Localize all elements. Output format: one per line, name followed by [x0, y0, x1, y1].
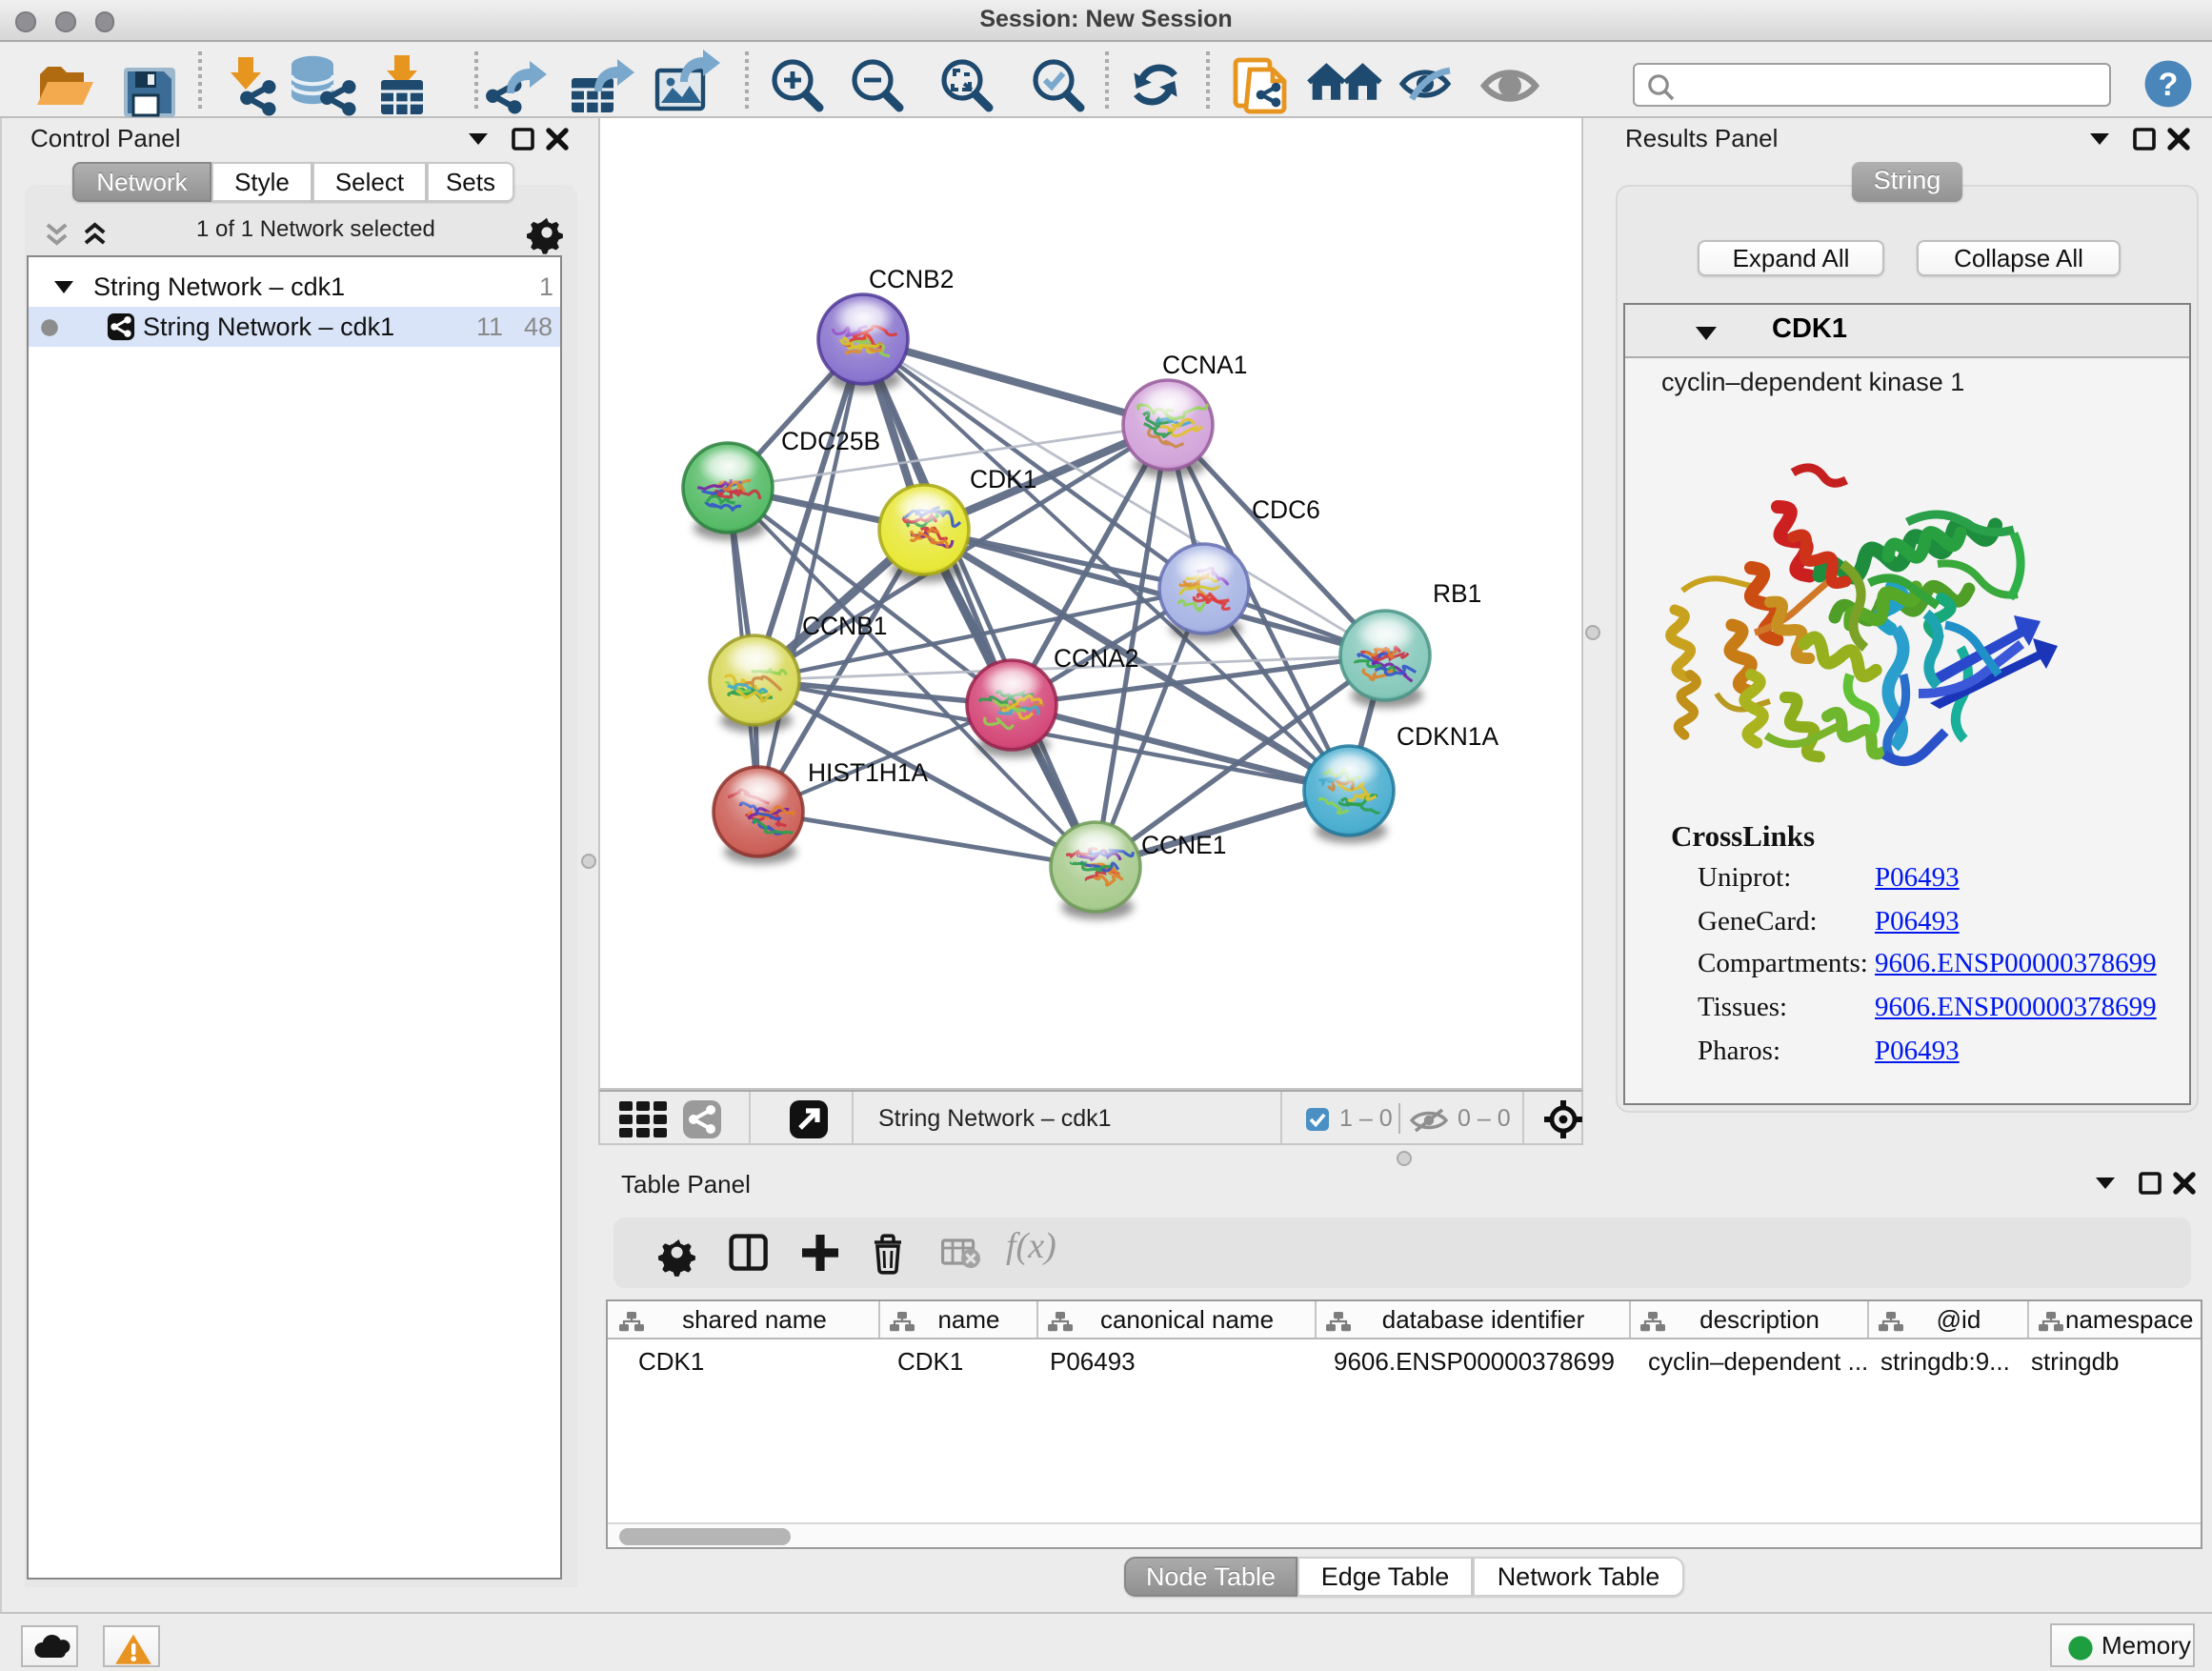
svg-text:RB1: RB1: [1433, 579, 1481, 608]
svg-text:CCNE1: CCNE1: [1141, 831, 1226, 859]
svg-text:CCNA1: CCNA1: [1162, 351, 1247, 379]
svg-text:CCNA2: CCNA2: [1054, 644, 1138, 673]
svg-text:CCNB2: CCNB2: [869, 265, 954, 293]
svg-text:?: ?: [2159, 67, 2179, 103]
svg-text:CCNB1: CCNB1: [802, 612, 887, 640]
svg-text:HIST1H1A: HIST1H1A: [808, 758, 929, 787]
svg-text:CDC6: CDC6: [1252, 495, 1320, 524]
svg-text:CDK1: CDK1: [970, 465, 1036, 493]
svg-text:CDC25B: CDC25B: [781, 427, 880, 455]
svg-text:CDKN1A: CDKN1A: [1397, 722, 1498, 751]
